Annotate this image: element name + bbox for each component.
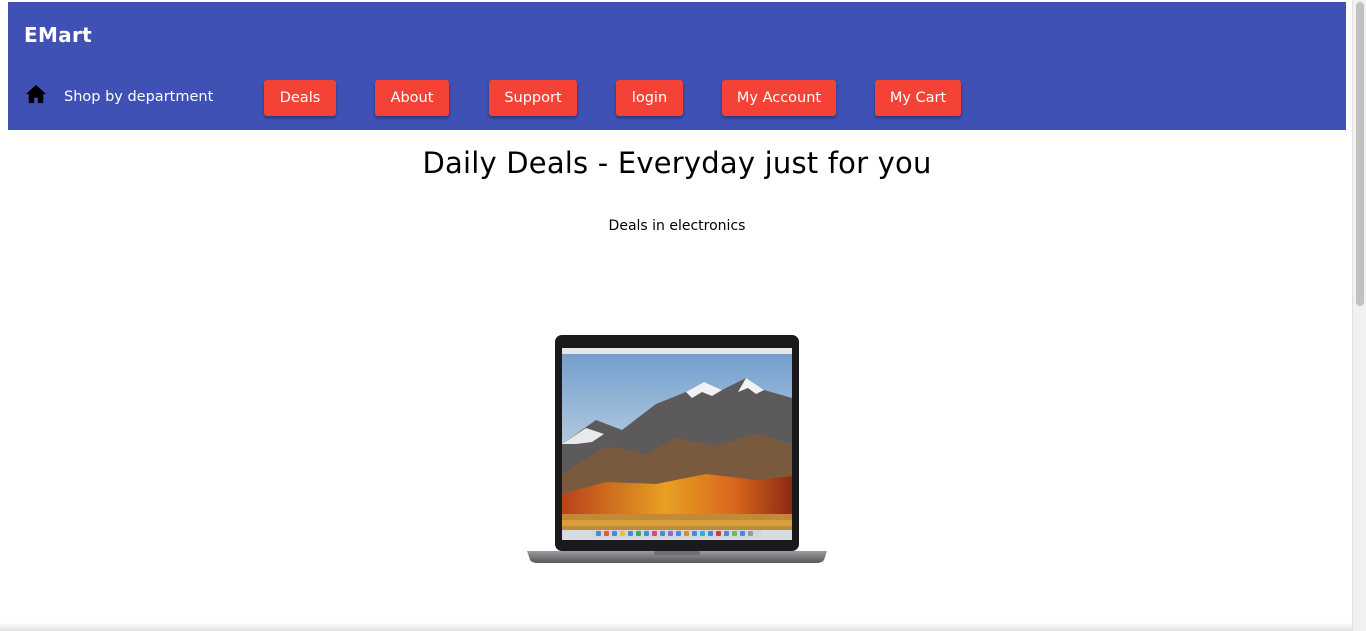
top-navbar: EMart Shop by department Deals About Sup… — [8, 2, 1346, 130]
deals-button[interactable]: Deals — [264, 80, 336, 116]
home-icon[interactable] — [25, 84, 47, 104]
my-account-button[interactable]: My Account — [722, 80, 836, 116]
bottom-shadow — [0, 623, 1352, 631]
vertical-scrollbar[interactable] — [1352, 0, 1366, 631]
my-cart-button[interactable]: My Cart — [875, 80, 961, 116]
page-title: Daily Deals - Everyday just for you — [422, 146, 932, 180]
page: EMart Shop by department Deals About Sup… — [0, 0, 1366, 631]
shop-by-department-link[interactable]: Shop by department — [64, 89, 213, 105]
scrollbar-thumb[interactable] — [1356, 2, 1364, 306]
brand-logo[interactable]: EMart — [24, 23, 92, 47]
support-button[interactable]: Support — [489, 80, 577, 116]
login-button[interactable]: login — [616, 80, 683, 116]
section-subtitle: Deals in electronics — [608, 218, 746, 234]
laptop-image[interactable] — [526, 334, 828, 566]
about-button[interactable]: About — [375, 80, 449, 116]
